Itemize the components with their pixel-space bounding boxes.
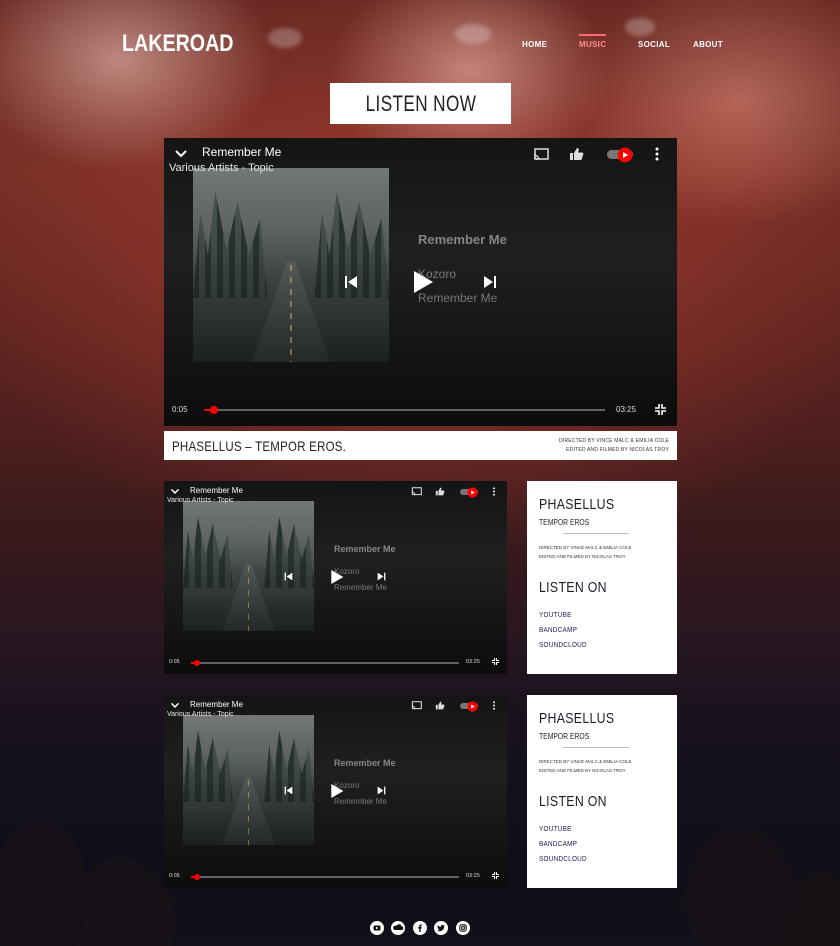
video-title[interactable]: Remember Me — [202, 145, 281, 159]
song-title: Remember Me — [334, 544, 396, 554]
duration: 03:25 — [466, 873, 480, 879]
chevron-down-icon[interactable] — [170, 487, 180, 496]
next-track-icon[interactable] — [483, 275, 497, 289]
facebook-icon[interactable] — [413, 921, 427, 935]
cast-icon[interactable] — [411, 487, 422, 496]
link-youtube[interactable]: YOUTUBE — [539, 610, 572, 619]
previous-track-icon[interactable] — [344, 275, 358, 289]
credit-editor: EDITED AND FILMED BY NICOLAS TROY — [539, 768, 626, 773]
nav-home[interactable]: HOME — [522, 40, 547, 49]
progress-handle[interactable] — [209, 406, 218, 414]
youtube-toggle-icon — [467, 701, 478, 712]
video-player[interactable]: Remember Me Various Artists - Topic Reme… — [164, 695, 507, 888]
card-title: PHASELLUS — [539, 496, 615, 513]
main-caption: PHASELLUS – TEMPOR EROS. DIRECTED BY VIN… — [164, 431, 677, 460]
like-icon[interactable] — [569, 147, 584, 161]
nav-social[interactable]: SOCIAL — [638, 40, 670, 49]
youtube-toggle-icon — [617, 147, 633, 163]
like-icon[interactable] — [435, 487, 445, 496]
link-bandcamp[interactable]: BANDCAMP — [539, 839, 577, 848]
credit-director: DIRECTED BY VINCE MALC & EMILIA COLE — [559, 438, 669, 444]
youtube-toggle-icon — [467, 487, 478, 498]
play-icon[interactable] — [330, 783, 344, 799]
exit-fullscreen-icon[interactable] — [492, 872, 499, 879]
next-track-icon[interactable] — [377, 572, 386, 581]
youtube-icon[interactable] — [370, 921, 384, 935]
previous-track-icon[interactable] — [284, 572, 293, 581]
site-header: LAKEROAD HOME MUSIC SOCIAL ABOUT — [0, 0, 840, 84]
current-time: 0:05 — [169, 873, 180, 879]
cast-icon[interactable] — [411, 701, 422, 710]
progress-bar[interactable] — [191, 874, 459, 880]
credit-director: DIRECTED BY VINCE MALC & EMILIA COLE — [539, 759, 632, 764]
card-credits: DIRECTED BY VINCE MALC & EMILIA COLE EDI… — [539, 757, 631, 775]
play-icon[interactable] — [330, 569, 344, 585]
duration: 03:25 — [616, 405, 637, 414]
card-subtitle: TEMPOR EROS — [539, 518, 590, 527]
track-info-card: PHASELLUS TEMPOR EROS DIRECTED BY VINCE … — [527, 481, 677, 674]
link-soundcloud[interactable]: SOUNDCLOUD — [539, 854, 587, 863]
like-icon[interactable] — [435, 701, 445, 710]
next-track-icon[interactable] — [377, 786, 386, 795]
progress-bar[interactable] — [191, 660, 459, 666]
video-title[interactable]: Remember Me — [190, 486, 243, 495]
video-title[interactable]: Remember Me — [190, 700, 243, 709]
credit-director: DIRECTED BY VINCE MALC & EMILIA COLE — [539, 545, 632, 550]
soundcloud-icon[interactable] — [391, 921, 405, 935]
listen-on-heading: LISTEN ON — [539, 579, 607, 596]
twitter-icon[interactable] — [434, 921, 448, 935]
card-title: PHASELLUS — [539, 710, 615, 727]
song-title: Remember Me — [334, 758, 396, 768]
chevron-down-icon[interactable] — [170, 701, 180, 710]
divider — [563, 533, 629, 534]
video-player[interactable]: Remember Me Various Artists - Topic Reme… — [164, 481, 507, 674]
exit-fullscreen-icon[interactable] — [655, 404, 666, 415]
listen-now-button[interactable]: LISTEN NOW — [330, 83, 511, 124]
more-options-icon[interactable] — [654, 147, 660, 161]
card-subtitle: TEMPOR EROS — [539, 732, 590, 741]
current-time: 0:05 — [169, 659, 180, 665]
channel-name[interactable]: Various Artists - Topic — [167, 497, 234, 504]
nav-music[interactable]: MUSIC — [579, 34, 607, 49]
more-options-icon[interactable] — [492, 487, 496, 496]
play-icon[interactable] — [412, 270, 434, 294]
link-soundcloud[interactable]: SOUNDCLOUD — [539, 640, 587, 649]
caption-credits: DIRECTED BY VINCE MALC & EMILIA COLE EDI… — [559, 437, 669, 455]
social-links — [370, 921, 470, 935]
progress-bar[interactable] — [204, 406, 605, 414]
credit-editor: EDITED AND FILMED BY NICOLAS TROY — [539, 554, 626, 559]
exit-fullscreen-icon[interactable] — [492, 658, 499, 665]
site-logo[interactable]: LAKEROAD — [122, 30, 234, 58]
instagram-icon[interactable] — [456, 921, 470, 935]
previous-track-icon[interactable] — [284, 786, 293, 795]
link-bandcamp[interactable]: BANDCAMP — [539, 625, 577, 634]
divider — [563, 747, 629, 748]
link-youtube[interactable]: YOUTUBE — [539, 824, 572, 833]
duration: 03:25 — [466, 659, 480, 665]
credit-editor: EDITED AND FILMED BY NICOLAS TROY — [566, 447, 669, 453]
song-title: Remember Me — [418, 232, 507, 247]
main-video-player[interactable]: Remember Me Various Artists - Topic Reme… — [164, 138, 677, 426]
current-time: 0:05 — [172, 405, 188, 414]
cast-icon[interactable] — [533, 148, 549, 161]
listen-on-heading: LISTEN ON — [539, 793, 607, 810]
channel-name[interactable]: Various Artists - Topic — [167, 711, 234, 718]
nav-about[interactable]: ABOUT — [693, 40, 723, 49]
chevron-down-icon[interactable] — [174, 148, 188, 160]
more-options-icon[interactable] — [492, 701, 496, 710]
channel-name[interactable]: Various Artists - Topic — [169, 162, 274, 174]
track-info-card: PHASELLUS TEMPOR EROS DIRECTED BY VINCE … — [527, 695, 677, 888]
caption-title: PHASELLUS – TEMPOR EROS. — [172, 438, 347, 454]
card-credits: DIRECTED BY VINCE MALC & EMILIA COLE EDI… — [539, 543, 631, 561]
